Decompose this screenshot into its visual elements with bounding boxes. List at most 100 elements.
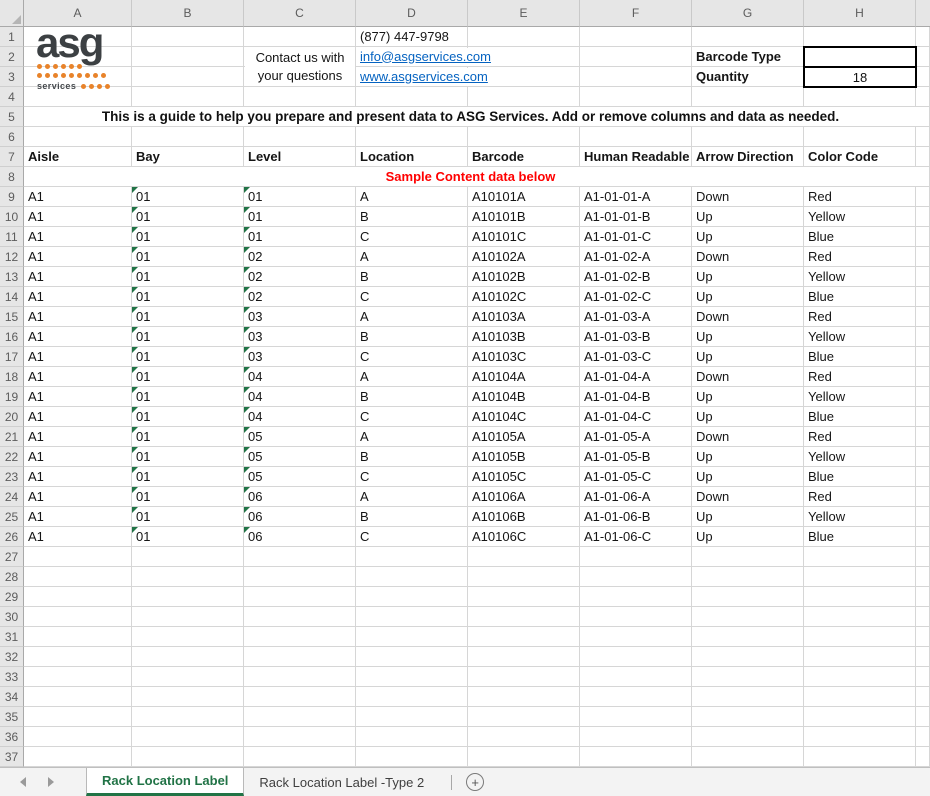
cell-B12[interactable]: 01 <box>132 247 244 267</box>
cell-D4[interactable] <box>356 87 468 107</box>
column-header-B[interactable]: B <box>132 0 244 27</box>
cell-H24[interactable]: Red <box>804 487 916 507</box>
cell-C13[interactable]: 02 <box>244 267 356 287</box>
cell-A16[interactable]: A1 <box>24 327 132 347</box>
cell-E32[interactable] <box>468 647 580 667</box>
cell-C28[interactable] <box>244 567 356 587</box>
cell-C27[interactable] <box>244 547 356 567</box>
cell-F9[interactable]: A1-01-01-A <box>580 187 692 207</box>
cell-A7[interactable]: Aisle <box>24 147 132 167</box>
cell-E16[interactable]: A10103B <box>468 327 580 347</box>
cell-E36[interactable] <box>468 727 580 747</box>
cell-H6[interactable] <box>804 127 916 147</box>
row-header-6[interactable]: 6 <box>0 127 24 147</box>
cell-G1[interactable] <box>692 27 804 47</box>
column-header-H[interactable]: H <box>804 0 916 27</box>
cell-E28[interactable] <box>468 567 580 587</box>
cell-H21[interactable]: Red <box>804 427 916 447</box>
cell-H28[interactable] <box>804 567 916 587</box>
cell-B31[interactable] <box>132 627 244 647</box>
cell-H23[interactable]: Blue <box>804 467 916 487</box>
cell-H33[interactable] <box>804 667 916 687</box>
cell-B3[interactable] <box>132 67 244 87</box>
cell-G16[interactable]: Up <box>692 327 804 347</box>
cell-contact-note[interactable]: Contact us with your questions <box>245 47 355 86</box>
cell-E20[interactable]: A10104C <box>468 407 580 427</box>
cell-A15[interactable]: A1 <box>24 307 132 327</box>
cell-F37[interactable] <box>580 747 692 767</box>
row-header-20[interactable]: 20 <box>0 407 24 427</box>
cell-A37[interactable] <box>24 747 132 767</box>
cell-H17[interactable]: Blue <box>804 347 916 367</box>
cell-F10[interactable]: A1-01-01-B <box>580 207 692 227</box>
cell-C31[interactable] <box>244 627 356 647</box>
cell-G4[interactable] <box>692 87 804 107</box>
cell-text-D2[interactable]: info@asgservices.com <box>360 48 494 66</box>
cell-B30[interactable] <box>132 607 244 627</box>
cell-F33[interactable] <box>580 667 692 687</box>
cell-F29[interactable] <box>580 587 692 607</box>
cell-B7[interactable]: Bay <box>132 147 244 167</box>
cell-D17[interactable]: C <box>356 347 468 367</box>
cell-G37[interactable] <box>692 747 804 767</box>
cell-F13[interactable]: A1-01-02-B <box>580 267 692 287</box>
cell-H30[interactable] <box>804 607 916 627</box>
cell-A25[interactable]: A1 <box>24 507 132 527</box>
cell-D15[interactable]: A <box>356 307 468 327</box>
cell-A34[interactable] <box>24 687 132 707</box>
cell-A32[interactable] <box>24 647 132 667</box>
cell-H13[interactable]: Yellow <box>804 267 916 287</box>
cell-C32[interactable] <box>244 647 356 667</box>
barcode-type-input[interactable] <box>805 48 915 66</box>
row-header-16[interactable]: 16 <box>0 327 24 347</box>
cell-H1[interactable] <box>804 27 916 47</box>
cell-B26[interactable]: 01 <box>132 527 244 547</box>
cell-F22[interactable]: A1-01-05-B <box>580 447 692 467</box>
cell-G32[interactable] <box>692 647 804 667</box>
cell-E22[interactable]: A10105B <box>468 447 580 467</box>
cell-B23[interactable]: 01 <box>132 467 244 487</box>
cell-C10[interactable]: 01 <box>244 207 356 227</box>
cell-G3[interactable]: Quantity <box>692 67 804 87</box>
row-header-30[interactable]: 30 <box>0 607 24 627</box>
cell-C1[interactable] <box>244 27 356 47</box>
cell-E24[interactable]: A10106A <box>468 487 580 507</box>
sheet-nav-right-icon[interactable] <box>48 777 54 787</box>
cell-A27[interactable] <box>24 547 132 567</box>
row-header-7[interactable]: 7 <box>0 147 24 167</box>
cell-E27[interactable] <box>468 547 580 567</box>
cell-G36[interactable] <box>692 727 804 747</box>
cell-C16[interactable]: 03 <box>244 327 356 347</box>
column-header-E[interactable]: E <box>468 0 580 27</box>
cell-C23[interactable]: 05 <box>244 467 356 487</box>
cell-C36[interactable] <box>244 727 356 747</box>
cell-C22[interactable]: 05 <box>244 447 356 467</box>
row-header-14[interactable]: 14 <box>0 287 24 307</box>
cell-B16[interactable]: 01 <box>132 327 244 347</box>
cell-E21[interactable]: A10105A <box>468 427 580 447</box>
cell-A18[interactable]: A1 <box>24 367 132 387</box>
cell-B36[interactable] <box>132 727 244 747</box>
cell-G24[interactable]: Down <box>692 487 804 507</box>
cell-E29[interactable] <box>468 587 580 607</box>
cell-C25[interactable]: 06 <box>244 507 356 527</box>
cell-E37[interactable] <box>468 747 580 767</box>
cell-F21[interactable]: A1-01-05-A <box>580 427 692 447</box>
cell-F19[interactable]: A1-01-04-B <box>580 387 692 407</box>
cell-H12[interactable]: Red <box>804 247 916 267</box>
cell-H7[interactable]: Color Code <box>804 147 916 167</box>
cell-F30[interactable] <box>580 607 692 627</box>
row-header-5[interactable]: 5 <box>0 107 24 127</box>
cell-F23[interactable]: A1-01-05-C <box>580 467 692 487</box>
cell-D36[interactable] <box>356 727 468 747</box>
row-header-2[interactable]: 2 <box>0 47 24 67</box>
cell-B2[interactable] <box>132 47 244 67</box>
cell-F12[interactable]: A1-01-02-A <box>580 247 692 267</box>
cell-D11[interactable]: C <box>356 227 468 247</box>
cell-H18[interactable]: Red <box>804 367 916 387</box>
cell-H26[interactable]: Blue <box>804 527 916 547</box>
cell-F6[interactable] <box>580 127 692 147</box>
cell-D34[interactable] <box>356 687 468 707</box>
cell-A22[interactable]: A1 <box>24 447 132 467</box>
row-header-33[interactable]: 33 <box>0 667 24 687</box>
